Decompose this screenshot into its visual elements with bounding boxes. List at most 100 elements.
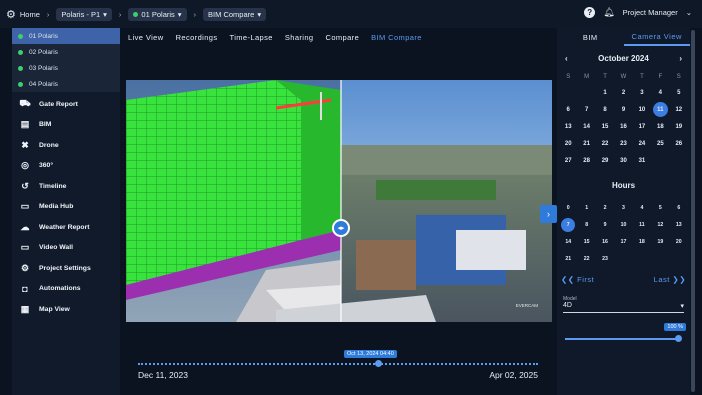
next-month-icon[interactable]: › — [679, 54, 682, 63]
sidebar-item[interactable]: ▤ BIM — [12, 115, 120, 136]
tab[interactable]: Time-Lapse — [230, 33, 273, 42]
calendar-day[interactable]: 27 — [565, 158, 572, 164]
calendar-day[interactable]: 28 — [583, 158, 590, 164]
calendar-day[interactable]: 25 — [657, 141, 664, 147]
hour-button[interactable]: 2 — [604, 205, 607, 211]
hour-button[interactable]: 14 — [565, 239, 571, 245]
hour-button[interactable]: 12 — [657, 222, 663, 228]
hour-button[interactable]: 7 — [561, 217, 576, 232]
calendar-day[interactable]: 11 — [652, 102, 668, 117]
tab[interactable]: Recordings — [176, 33, 218, 42]
compare-slider-handle[interactable]: ◂▸ — [332, 219, 350, 237]
calendar-day[interactable]: 5 — [677, 90, 680, 96]
camera-select[interactable]: 01 Polaris ▾ — [128, 7, 187, 21]
sidebar-item[interactable]: ▭ Video Wall — [12, 238, 120, 259]
calendar-day[interactable]: 20 — [565, 141, 572, 147]
hour-button[interactable]: 18 — [639, 239, 645, 245]
calendar-day[interactable]: 16 — [620, 124, 627, 130]
calendar-day[interactable]: 23 — [620, 141, 627, 147]
calendar-day[interactable]: 26 — [675, 141, 682, 147]
chevron-down-icon[interactable]: ⌄ — [686, 8, 692, 17]
sidebar-item[interactable]: ◎ 360° — [12, 156, 120, 177]
project-item[interactable]: 04 Polaris — [12, 76, 120, 92]
notification-bell-icon[interactable]: 🔔︎ — [603, 7, 614, 18]
first-button[interactable]: ❮❮ First — [561, 275, 594, 284]
calendar-day[interactable]: 18 — [657, 124, 664, 130]
timeline-track[interactable] — [138, 363, 538, 365]
tab[interactable]: Live View — [128, 33, 164, 42]
right-tab[interactable]: Camera View — [623, 28, 690, 46]
calendar-day[interactable]: 12 — [675, 107, 682, 113]
hour-button[interactable]: 15 — [584, 239, 590, 245]
tab[interactable]: BIM Compare — [371, 33, 422, 42]
help-icon[interactable]: ? — [584, 7, 596, 18]
sidebar-item[interactable]: ▦ Map View — [12, 299, 120, 320]
hour-button[interactable]: 21 — [565, 256, 571, 262]
calendar-day[interactable]: 24 — [639, 141, 646, 147]
calendar-day[interactable]: 6 — [567, 107, 570, 113]
hour-button[interactable]: 3 — [622, 205, 625, 211]
prev-month-icon[interactable]: ‹ — [565, 54, 568, 63]
user-menu[interactable]: Project Manager — [623, 8, 678, 17]
calendar-day[interactable]: 29 — [602, 158, 609, 164]
expand-panel-button[interactable]: › — [540, 205, 557, 223]
sidebar-item[interactable]: ▭ Media Hub — [12, 197, 120, 218]
calendar-day[interactable]: 19 — [675, 124, 682, 130]
hour-button[interactable]: 13 — [676, 222, 682, 228]
hour-button[interactable]: 9 — [604, 222, 607, 228]
tab[interactable]: Compare — [326, 33, 360, 42]
timeline-handle[interactable] — [375, 360, 382, 367]
calendar-day[interactable]: 4 — [659, 90, 662, 96]
view-select[interactable]: BIM Compare ▾ — [203, 7, 267, 21]
hour-button[interactable]: 0 — [567, 205, 570, 211]
hour-button[interactable]: 10 — [621, 222, 627, 228]
scrollbar-thumb[interactable] — [691, 30, 695, 392]
home-icon[interactable]: ⚙ — [6, 8, 16, 21]
sidebar-item[interactable]: ◘ Automations — [12, 279, 120, 300]
calendar-day[interactable]: 22 — [602, 141, 609, 147]
calendar-day[interactable]: 3 — [640, 90, 643, 96]
bim-compare-viewer[interactable]: ◂▸ EVERCAM — [126, 80, 552, 322]
calendar-day[interactable]: 30 — [620, 158, 627, 164]
calendar-day[interactable]: 2 — [622, 90, 625, 96]
breadcrumb-home[interactable]: Home — [20, 10, 40, 19]
calendar-day[interactable]: 15 — [602, 124, 609, 130]
hour-button[interactable]: 22 — [584, 256, 590, 262]
project-item[interactable]: 02 Polaris — [12, 44, 120, 60]
calendar-day[interactable]: 7 — [585, 107, 588, 113]
calendar-day[interactable]: 10 — [639, 107, 646, 113]
calendar-day[interactable]: 31 — [639, 158, 646, 164]
hour-button[interactable]: 5 — [659, 205, 662, 211]
sidebar-item[interactable]: ⚙ Project Settings — [12, 258, 120, 279]
calendar-day[interactable]: 1 — [603, 90, 606, 96]
right-tab[interactable]: BIM — [557, 28, 624, 46]
hour-button[interactable]: 4 — [640, 205, 643, 211]
project-item[interactable]: 01 Polaris — [12, 28, 120, 44]
sidebar-item[interactable]: ↺ Timeline — [12, 176, 120, 197]
hour-button[interactable]: 6 — [677, 205, 680, 211]
hour-button[interactable]: 1 — [585, 205, 588, 211]
opacity-handle[interactable] — [675, 335, 682, 342]
hour-button[interactable]: 11 — [639, 222, 644, 228]
sidebar-item[interactable]: ✖ Drone — [12, 135, 120, 156]
calendar-day[interactable]: 14 — [583, 124, 590, 130]
calendar-day[interactable]: 21 — [583, 141, 590, 147]
timeline[interactable]: Oct 13, 2024 04:40 Dec 11, 2023 Apr 02, … — [138, 350, 538, 390]
hour-button[interactable]: 16 — [602, 239, 608, 245]
opacity-slider[interactable]: 100 % — [565, 323, 686, 345]
hour-button[interactable]: 20 — [676, 239, 682, 245]
calendar-day[interactable]: 9 — [622, 107, 625, 113]
project-item[interactable]: 03 Polaris — [12, 60, 120, 76]
model-select[interactable]: Model 4D ▾ — [563, 296, 684, 313]
calendar-day[interactable]: 8 — [603, 107, 606, 113]
tab[interactable]: Sharing — [285, 33, 314, 42]
calendar-day[interactable]: 13 — [565, 124, 572, 130]
sidebar-item[interactable]: ☁ Weather Report — [12, 217, 120, 238]
last-button[interactable]: Last ❯❯ — [654, 275, 686, 284]
hour-button[interactable]: 8 — [585, 222, 588, 228]
project-select[interactable]: Polaris - P1 ▾ — [56, 7, 112, 21]
calendar-day[interactable]: 17 — [639, 124, 646, 130]
sidebar-item[interactable]: ⛟ Gate Report — [12, 94, 120, 115]
hour-button[interactable]: 19 — [657, 239, 663, 245]
hour-button[interactable]: 23 — [602, 256, 608, 262]
